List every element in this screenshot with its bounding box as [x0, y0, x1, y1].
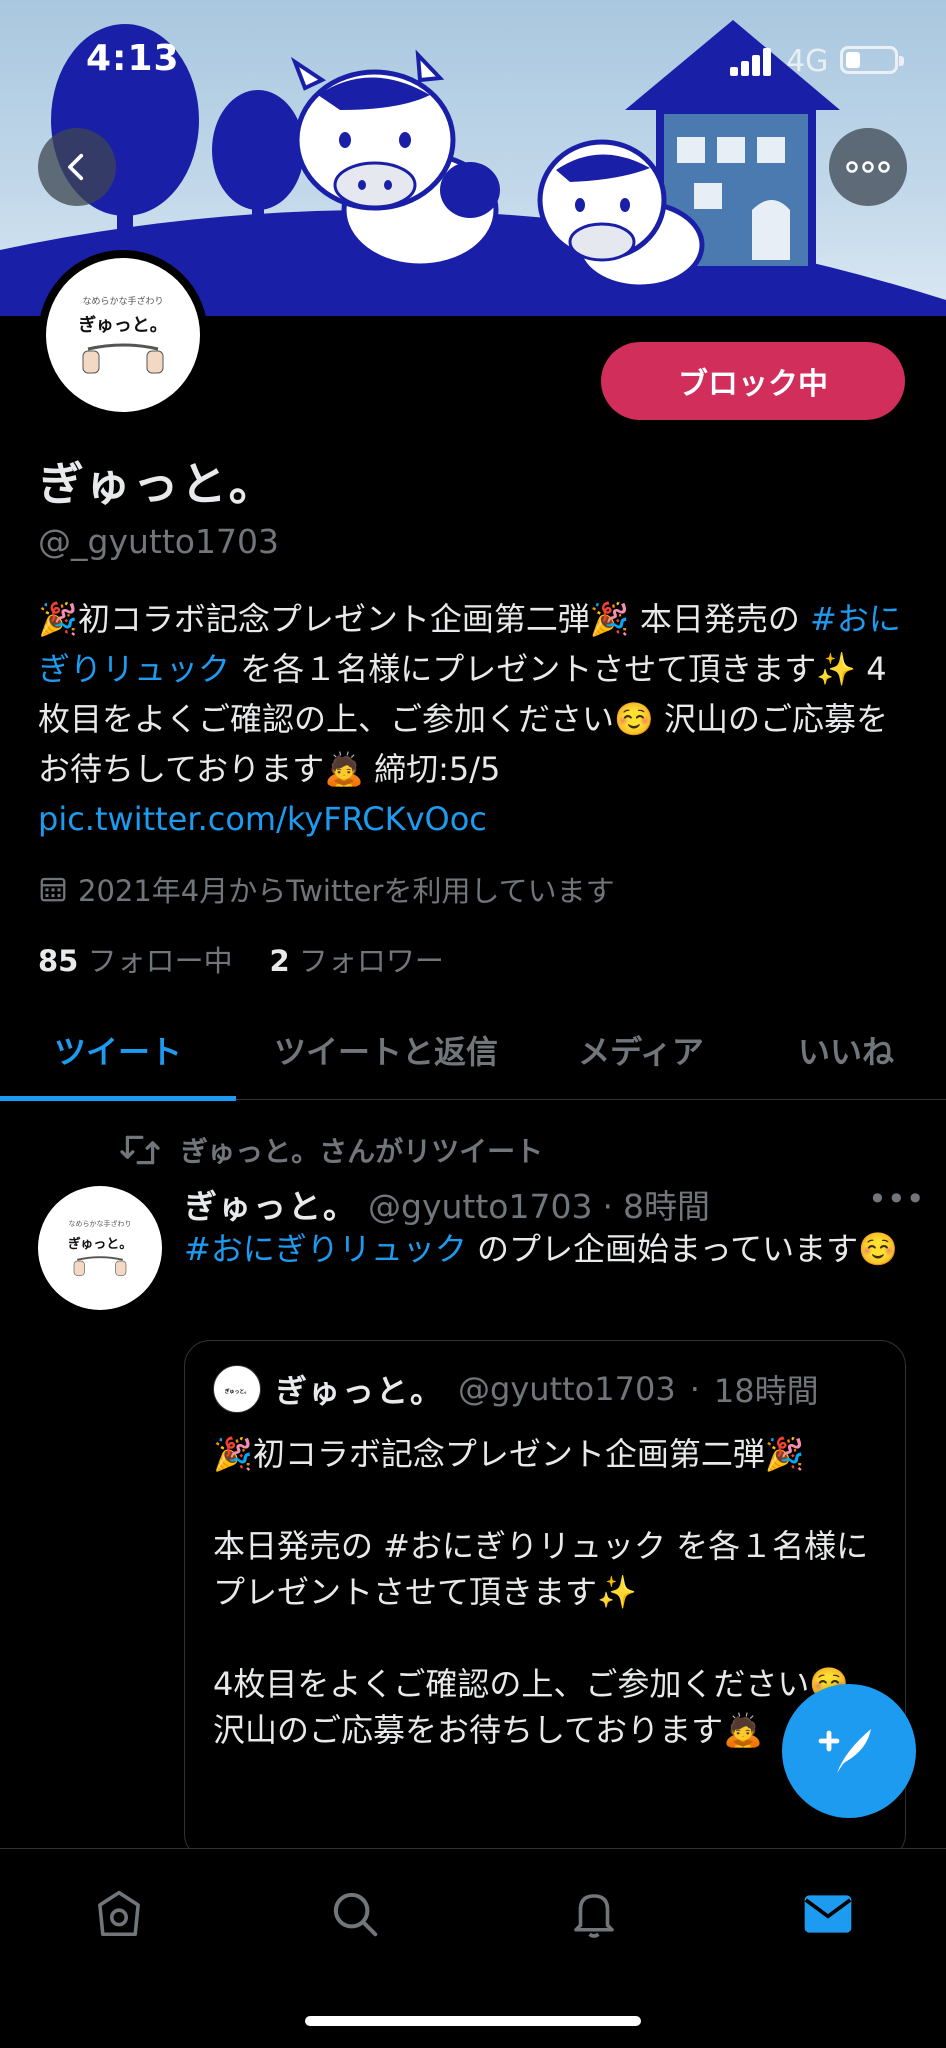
- quoted-author-handle: @gyutto1703: [458, 1370, 676, 1408]
- avatar-logo-text: ぎゅっと。: [78, 314, 168, 336]
- tweet-time[interactable]: 8時間: [623, 1180, 710, 1228]
- follow-stats: 85 フォロー中 2 フォロワー: [38, 938, 444, 980]
- retweet-context: ぎゅっと。さんがリツイート: [118, 1130, 543, 1170]
- tweet-more-icon[interactable]: •••: [868, 1180, 925, 1218]
- quoted-avatar: ぎゅっと。: [213, 1365, 261, 1413]
- back-icon: [68, 153, 84, 181]
- followers-link[interactable]: 2 フォロワー: [269, 944, 443, 978]
- more-icon: [846, 161, 890, 173]
- tweet-avatar[interactable]: なめらかな手ざわり ぎゅっと。: [38, 1186, 162, 1310]
- home-indicator: [305, 2016, 641, 2026]
- notifications-icon: [574, 1894, 614, 1938]
- home-icon: [98, 1890, 140, 1937]
- retweet-label: ぎゅっと。さんがリツイート: [180, 1135, 544, 1168]
- nav-home[interactable]: [84, 1879, 154, 1949]
- quoted-tweet-body: 🎉初コラボ記念プレゼント企画第二弾🎉 本日発売の #おにぎりリュック を各１名様…: [213, 1435, 869, 1749]
- battery-icon: [840, 46, 904, 74]
- active-tab-indicator: [0, 1096, 236, 1101]
- bio-pic-link[interactable]: pic.twitter.com/kyFRCKvOoc: [38, 800, 487, 838]
- tab-tweets[interactable]: ツイート: [0, 1000, 236, 1100]
- quoted-tweet-header: ぎゅっと。 ぎゅっと。 @gyutto1703 · 18時間: [213, 1365, 877, 1413]
- quoted-author-name: ぎゅっと。: [275, 1372, 445, 1410]
- compose-icon: [818, 1729, 871, 1773]
- tweet-separator: ·: [602, 1187, 613, 1226]
- nav-search[interactable]: [320, 1879, 390, 1949]
- profile-tabs: ツイート ツイートと返信 メディア いいね: [0, 1000, 946, 1100]
- tweet-text-rest: のプレ企画始まっています☺️: [466, 1230, 898, 1268]
- compose-tweet-button[interactable]: [782, 1684, 916, 1818]
- status-time: 4:13: [86, 38, 180, 79]
- tweet-author-handle: @gyutto1703: [368, 1187, 593, 1226]
- more-button[interactable]: [829, 128, 907, 206]
- messages-icon: [804, 1895, 852, 1933]
- joined-date: 2021年4月からTwitterを利用しています: [38, 868, 615, 910]
- profile-handle: @_gyutto1703: [38, 522, 279, 561]
- following-link[interactable]: 85 フォロー中: [38, 944, 233, 978]
- tweet-header: ぎゅっと。 @gyutto1703 · 8時間: [184, 1180, 710, 1228]
- avatar-logo-subtext: なめらかな手ざわり: [82, 296, 164, 307]
- network-label: 4G: [786, 44, 829, 79]
- tweet-hashtag-link[interactable]: #おにぎりリュック: [184, 1230, 467, 1268]
- tab-likes[interactable]: いいね: [746, 1000, 946, 1100]
- nav-notifications[interactable]: [559, 1879, 629, 1949]
- back-button[interactable]: [38, 128, 116, 206]
- hands-illustration: [82, 343, 164, 373]
- quoted-separator: ·: [689, 1370, 700, 1408]
- search-icon: [333, 1892, 378, 1937]
- blocking-button[interactable]: ブロック中: [601, 342, 905, 420]
- joined-text: 2021年4月からTwitterを利用しています: [78, 874, 615, 908]
- tab-tweets-and-replies[interactable]: ツイートと返信: [236, 1000, 536, 1100]
- bio-text: 🎉初コラボ記念プレゼント企画第二弾🎉 本日発売の: [38, 600, 811, 638]
- profile-avatar[interactable]: なめらかな手ざわり ぎゅっと。: [38, 250, 208, 420]
- quoted-time: 18時間: [713, 1372, 819, 1410]
- retweet-icon: [120, 1135, 160, 1165]
- nav-messages[interactable]: [793, 1879, 863, 1949]
- profile-name: ぎゅっと。: [38, 457, 277, 511]
- status-bar: 4:13 4G: [0, 0, 946, 120]
- tweet-text: #おにぎりリュック のプレ企画始まっています☺️: [184, 1226, 904, 1272]
- profile-bio: 🎉初コラボ記念プレゼント企画第二弾🎉 本日発売の #おにぎりリュック を各１名様…: [38, 594, 908, 844]
- signal-icon: [730, 46, 776, 76]
- tab-media[interactable]: メディア: [536, 1000, 746, 1100]
- calendar-icon: [40, 877, 66, 902]
- tweet-author-name[interactable]: ぎゅっと。: [184, 1180, 358, 1228]
